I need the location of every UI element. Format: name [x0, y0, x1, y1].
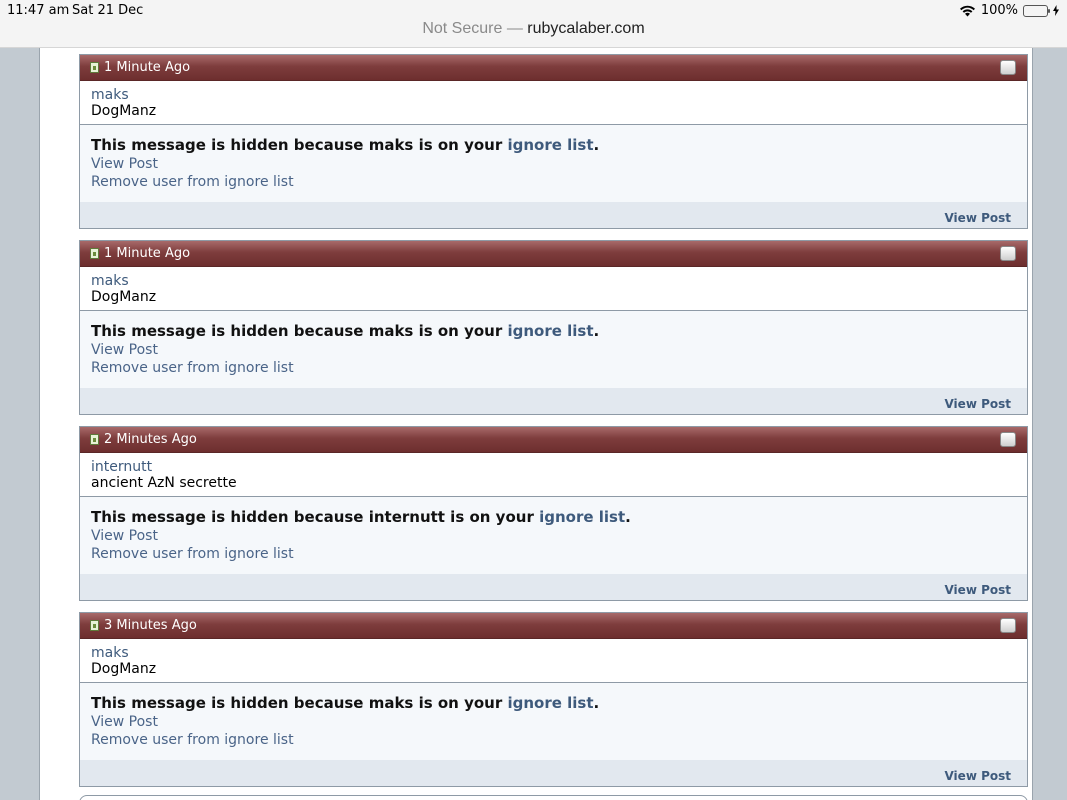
checkbox-icon[interactable]: [1000, 618, 1016, 633]
post-time: 1 Minute Ago: [104, 60, 191, 75]
post-time: 1 Minute Ago: [104, 246, 191, 261]
post: 3 Minutes Ago maks DogManz This message …: [79, 612, 1028, 787]
checkbox-icon[interactable]: [1000, 60, 1016, 75]
view-post-link[interactable]: View Post: [91, 155, 1017, 173]
post: 2 Minutes Ago internutt ancient AzN secr…: [79, 426, 1028, 601]
status-time: 11:47 am: [7, 3, 70, 18]
charging-icon: [1053, 5, 1059, 16]
post-body: This message is hidden because internutt…: [80, 497, 1027, 574]
post-user-info: maks DogManz: [80, 639, 1027, 683]
remove-ignore-link[interactable]: Remove user from ignore list: [91, 731, 1017, 749]
post-header: 3 Minutes Ago: [80, 613, 1027, 639]
post-user-info: maks DogManz: [80, 267, 1027, 311]
hidden-message-suffix: .: [593, 694, 600, 712]
post-list: 1 Minute Ago maks DogManz This message i…: [79, 54, 1028, 798]
hidden-message-suffix: .: [593, 136, 600, 154]
username-link[interactable]: maks: [91, 87, 1017, 103]
domain-label: rubycalaber.com: [527, 20, 645, 37]
post-header: 1 Minute Ago: [80, 55, 1027, 81]
battery-icon: [1023, 4, 1050, 17]
security-label: Not Secure —: [422, 20, 523, 37]
remove-ignore-link[interactable]: Remove user from ignore list: [91, 545, 1017, 563]
post-footer: View Post: [80, 388, 1027, 414]
view-post-link[interactable]: View Post: [91, 713, 1017, 731]
document-icon: [90, 620, 99, 631]
user-title: DogManz: [91, 661, 157, 677]
next-post-edge: [79, 795, 1028, 800]
address-bar[interactable]: Not Secure — rubycalaber.com: [0, 20, 1067, 38]
post-time: 3 Minutes Ago: [104, 618, 197, 633]
ignore-list-link[interactable]: ignore list: [507, 322, 593, 340]
ignore-list-link[interactable]: ignore list: [507, 136, 593, 154]
hidden-message-text: This message is hidden because internutt…: [91, 508, 540, 526]
hidden-message: This message is hidden because maks is o…: [91, 694, 1017, 713]
username-link[interactable]: internutt: [91, 459, 1017, 475]
post-body: This message is hidden because maks is o…: [80, 125, 1027, 202]
wifi-icon: [959, 5, 975, 16]
hidden-message-text: This message is hidden because maks is o…: [91, 694, 508, 712]
footer-view-post-link[interactable]: View Post: [944, 769, 1011, 783]
hidden-message: This message is hidden because internutt…: [91, 508, 1017, 527]
post: 1 Minute Ago maks DogManz This message i…: [79, 240, 1028, 415]
hidden-message-text: This message is hidden because maks is o…: [91, 136, 508, 154]
footer-view-post-link[interactable]: View Post: [944, 397, 1011, 411]
footer-view-post-link[interactable]: View Post: [944, 583, 1011, 597]
battery-percent: 100%: [980, 3, 1018, 18]
hidden-message-suffix: .: [625, 508, 631, 526]
post-time: 2 Minutes Ago: [104, 432, 197, 447]
checkbox-icon[interactable]: [1000, 246, 1016, 261]
user-title: DogManz: [91, 289, 157, 305]
view-post-link[interactable]: View Post: [91, 341, 1017, 359]
post-footer: View Post: [80, 760, 1027, 786]
hidden-message-text: This message is hidden because maks is o…: [91, 322, 508, 340]
post-header: 2 Minutes Ago: [80, 427, 1027, 453]
post-user-info: maks DogManz: [80, 81, 1027, 125]
post-header: 1 Minute Ago: [80, 241, 1027, 267]
username-link[interactable]: maks: [91, 645, 1017, 661]
post: 1 Minute Ago maks DogManz This message i…: [79, 54, 1028, 229]
status-indicators: 100%: [959, 3, 1059, 18]
checkbox-icon[interactable]: [1000, 432, 1016, 447]
hidden-message-suffix: .: [593, 322, 600, 340]
document-icon: [90, 434, 99, 445]
user-title: DogManz: [91, 103, 157, 119]
remove-ignore-link[interactable]: Remove user from ignore list: [91, 173, 1017, 191]
status-bar: 11:47 am Sat 21 Dec 100% Not Secure — ru…: [0, 0, 1067, 48]
footer-view-post-link[interactable]: View Post: [944, 211, 1011, 225]
view-post-link[interactable]: View Post: [91, 527, 1017, 545]
remove-ignore-link[interactable]: Remove user from ignore list: [91, 359, 1017, 377]
post-footer: View Post: [80, 574, 1027, 600]
username-link[interactable]: maks: [91, 273, 1017, 289]
document-icon: [90, 248, 99, 259]
post-user-info: internutt ancient AzN secrette: [80, 453, 1027, 497]
ignore-list-link[interactable]: ignore list: [507, 694, 593, 712]
post-body: This message is hidden because maks is o…: [80, 311, 1027, 388]
user-title: ancient AzN secrette: [91, 475, 237, 491]
hidden-message: This message is hidden because maks is o…: [91, 136, 1017, 155]
ignore-list-link[interactable]: ignore list: [539, 508, 625, 526]
status-date: Sat 21 Dec: [72, 3, 144, 18]
hidden-message: This message is hidden because maks is o…: [91, 322, 1017, 341]
post-footer: View Post: [80, 202, 1027, 228]
document-icon: [90, 62, 99, 73]
post-body: This message is hidden because maks is o…: [80, 683, 1027, 760]
